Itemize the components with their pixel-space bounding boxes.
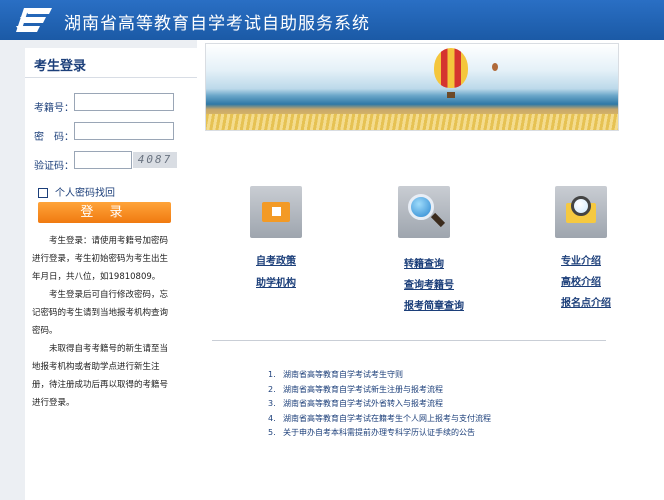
content-divider bbox=[212, 340, 606, 341]
balloon-shape bbox=[434, 48, 468, 88]
grass-field bbox=[206, 114, 618, 130]
captcha-label: 验证码： bbox=[34, 161, 74, 172]
login-divider bbox=[25, 77, 197, 78]
link-transfer-query[interactable]: 转籍查询 bbox=[404, 255, 444, 270]
magnifier-icon[interactable] bbox=[398, 186, 450, 238]
link-majors[interactable]: 专业介绍 bbox=[561, 252, 601, 267]
list-item[interactable]: 4. 湖南省高等教育自学考试在籍考生个人网上报考与支付流程 bbox=[268, 412, 491, 427]
login-title: 考生登录 bbox=[34, 59, 87, 74]
link-id-query[interactable]: 查询考籍号 bbox=[404, 276, 454, 291]
login-note: 考生登录：请使用考籍号加密码进行登录，考生初始密码为考生出生年月日，共八位，如1… bbox=[32, 236, 169, 282]
list-item-link[interactable]: 湖南省高等教育自学考试新生注册与报考流程 bbox=[283, 385, 443, 394]
list-item-number: 1. bbox=[268, 370, 276, 379]
find-password-checkbox[interactable] bbox=[38, 188, 48, 198]
link-brochure-query[interactable]: 报考简章查询 bbox=[404, 297, 464, 312]
site-title: 湖南省高等教育自学考试自助服务系统 bbox=[64, 14, 370, 34]
login-notes: 考生登录：请使用考籍号加密码进行登录，考生初始密码为考生出生年月日，共八位，如1… bbox=[32, 232, 174, 412]
link-registration-points[interactable]: 报名点介绍 bbox=[561, 294, 611, 309]
list-item-number: 3. bbox=[268, 399, 276, 408]
link-policy[interactable]: 自考政策 bbox=[256, 252, 296, 267]
lens-shape bbox=[571, 196, 591, 216]
captcha-image[interactable]: 4087 bbox=[133, 152, 177, 168]
id-input[interactable] bbox=[74, 93, 174, 111]
list-item-number: 4. bbox=[268, 413, 276, 423]
small-balloon-shape bbox=[492, 63, 498, 71]
login-note: 考生登录后可自行修改密码，忘记密码的考生请到当地报考机构查询密码。 bbox=[32, 290, 169, 336]
handle-shape bbox=[430, 212, 446, 228]
hot-air-balloon-banner-image bbox=[205, 43, 619, 131]
captcha-input[interactable] bbox=[74, 151, 132, 169]
list-item[interactable]: 2. 湖南省高等教育自学考试新生注册与报考流程 bbox=[268, 383, 491, 398]
link-study-orgs[interactable]: 助学机构 bbox=[256, 274, 296, 289]
find-password-row[interactable]: 个人密码找回 bbox=[38, 184, 115, 199]
home-folder-icon[interactable] bbox=[250, 186, 302, 238]
link-colleges[interactable]: 高校介绍 bbox=[561, 273, 601, 288]
list-item[interactable]: 3. 湖南省高等教育自学考试外省转入与报考流程 bbox=[268, 397, 491, 412]
list-item-link[interactable]: 湖南省高等教育自学考试外省转入与报考流程 bbox=[283, 399, 443, 408]
find-password-label[interactable]: 个人密码找回 bbox=[55, 188, 115, 199]
login-note: 未取得自考考籍号的新生请至当地报考机构或者助学点进行新生注册，待注册成功后再以取… bbox=[32, 344, 169, 408]
list-item-link[interactable]: 关于申办自考本科需提前办理专科学历认证手续的公告 bbox=[283, 428, 475, 437]
id-label: 考籍号： bbox=[34, 103, 74, 114]
folder-search-icon[interactable] bbox=[555, 186, 607, 238]
balloon-basket bbox=[447, 92, 455, 98]
top-header: 湖南省高等教育自学考试自助服务系统 bbox=[0, 0, 664, 40]
list-item-link[interactable]: 湖南省高等教育自学考试考生守则 bbox=[283, 370, 403, 379]
list-item-number: 2. bbox=[268, 384, 276, 394]
list-item[interactable]: 1. 湖南省高等教育自学考试考生守则 bbox=[268, 368, 491, 383]
list-item[interactable]: 5. 关于申办自考本科需提前办理专科学历认证手续的公告 bbox=[268, 426, 491, 441]
login-button[interactable]: 登 录 bbox=[38, 202, 171, 223]
e-logo-icon bbox=[16, 8, 52, 32]
house-shape bbox=[262, 202, 290, 222]
list-item-link[interactable]: 湖南省高等教育自学考试在籍考生个人网上报考与支付流程 bbox=[283, 414, 491, 423]
password-label: 密 码： bbox=[34, 132, 74, 143]
list-item-number: 5. bbox=[268, 428, 276, 437]
news-list: 1. 湖南省高等教育自学考试考生守则 2. 湖南省高等教育自学考试新生注册与报考流程… bbox=[268, 368, 491, 441]
password-input[interactable] bbox=[74, 122, 174, 140]
